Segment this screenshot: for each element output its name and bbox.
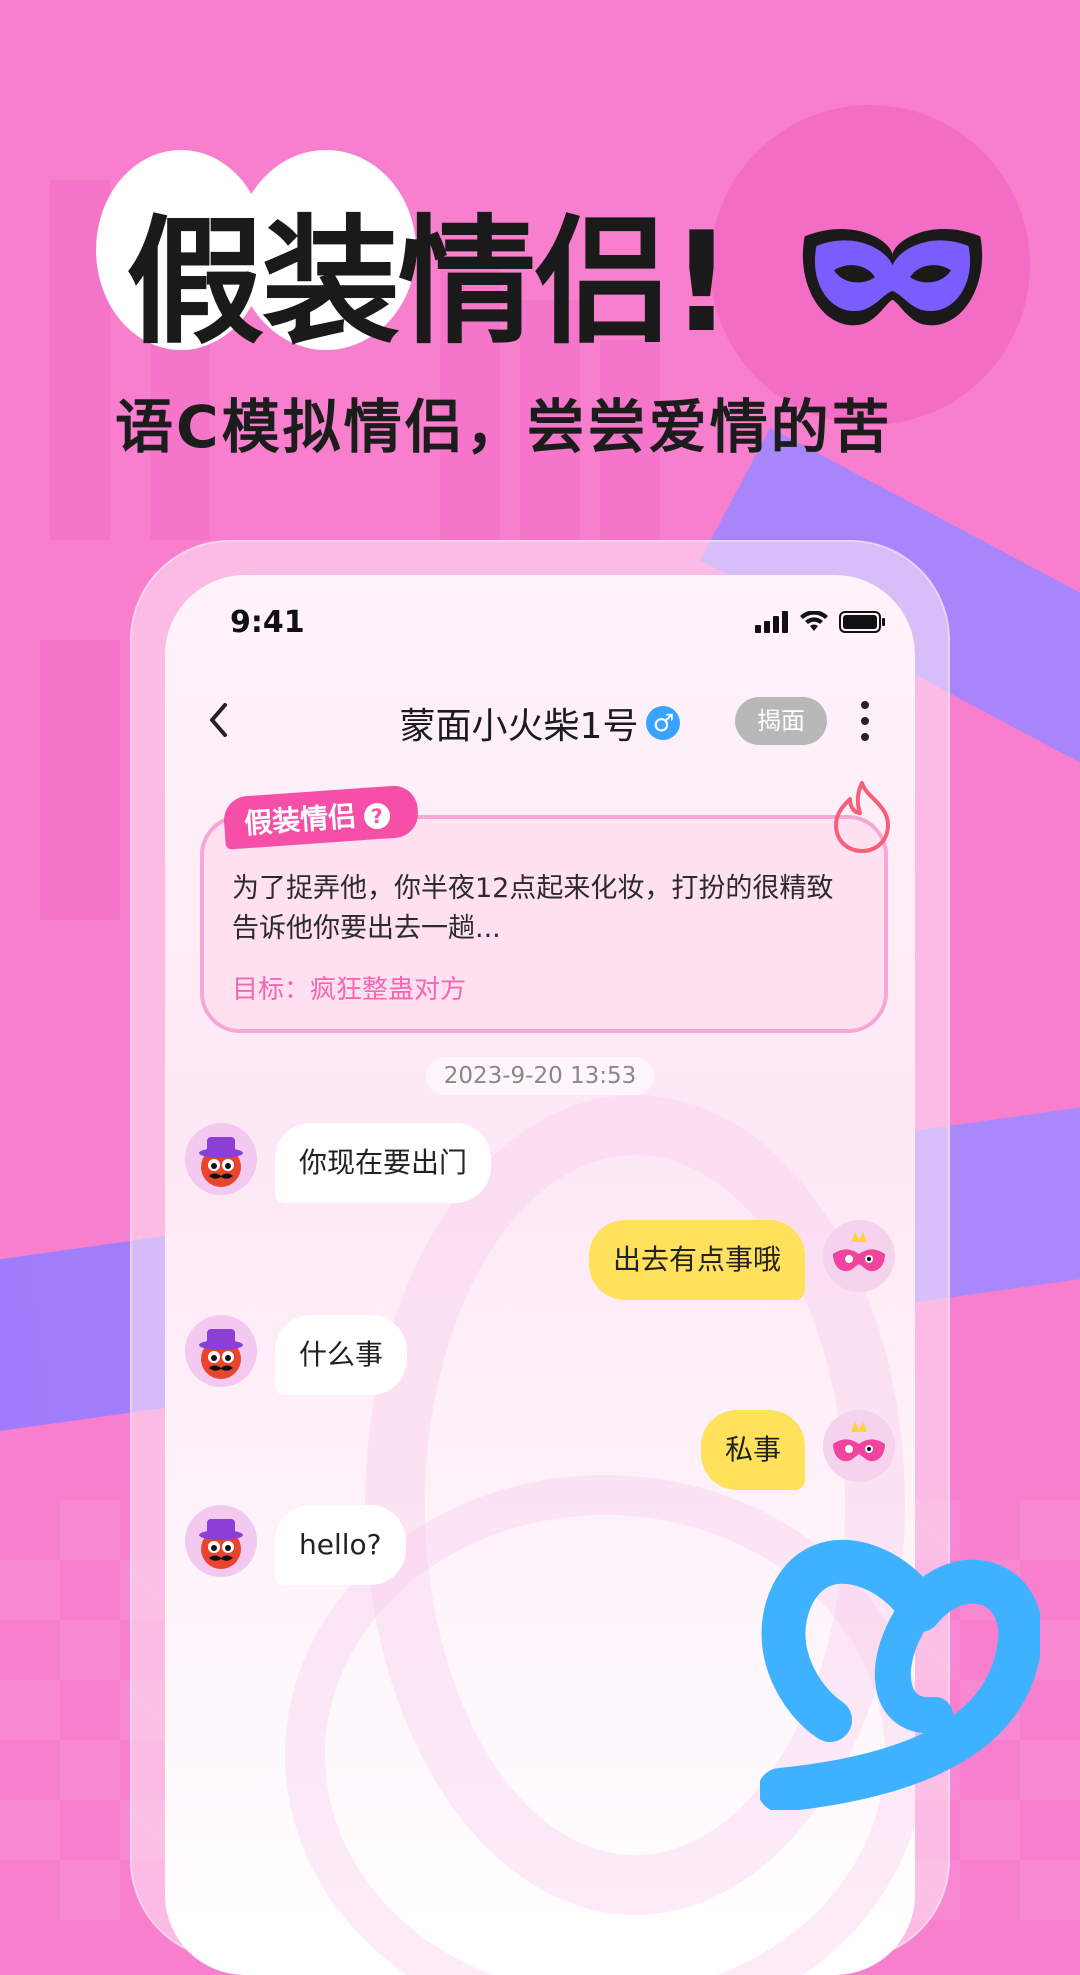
avatar[interactable] xyxy=(185,1315,257,1387)
scene-card: 假装情侣? 为了捉弄他，你半夜12点起来化妆，打扮的很精致告诉他你要出去一趟..… xyxy=(200,781,890,1033)
chat-timestamp: 2023-9-20 13:53 xyxy=(165,1057,915,1095)
more-vertical-icon[interactable] xyxy=(855,695,875,747)
battery-icon xyxy=(839,611,885,633)
chat-header: 蒙面小火柴1号 ♂ 揭面 xyxy=(165,685,915,765)
status-time: 9:41 xyxy=(230,605,305,640)
status-bar: 9:41 xyxy=(165,575,915,665)
message-row: 什么事 xyxy=(185,1315,905,1395)
scene-goal: 目标：疯狂整蛊对方 xyxy=(232,975,467,1005)
avatar[interactable] xyxy=(823,1410,895,1482)
message-bubble: hello? xyxy=(275,1505,406,1585)
scene-tag-label: 假装情侣 xyxy=(243,799,358,841)
scene-description: 为了捉弄他，你半夜12点起来化妆，打扮的很精致告诉他你要出去一趟... xyxy=(232,873,834,944)
message-row: 出去有点事哦 xyxy=(185,1220,905,1300)
message-bubble: 出去有点事哦 xyxy=(588,1220,805,1300)
subtitle: 语C模拟情侣，尝尝爱情的苦 xyxy=(115,393,893,461)
gender-male-icon: ♂ xyxy=(646,706,681,740)
contact-name: 蒙面小火柴1号 xyxy=(399,706,639,747)
wifi-icon xyxy=(800,611,828,631)
heart-icon xyxy=(760,1539,1040,1810)
timestamp-label: 2023-9-20 13:53 xyxy=(425,1057,655,1095)
scene-tag: 假装情侣? xyxy=(222,784,420,850)
avatar[interactable] xyxy=(185,1505,257,1577)
message-bubble: 你现在要出门 xyxy=(275,1123,492,1203)
signal-icon xyxy=(755,611,788,633)
message-row: 私事 xyxy=(185,1410,905,1490)
avatar[interactable] xyxy=(823,1220,895,1292)
flame-icon xyxy=(834,781,890,853)
avatar[interactable] xyxy=(185,1123,257,1195)
unmask-button[interactable]: 揭面 xyxy=(735,697,827,745)
mask-icon xyxy=(802,228,983,326)
question-icon[interactable]: ? xyxy=(363,802,391,830)
message-bubble: 私事 xyxy=(700,1410,805,1490)
message-row: 你现在要出门 xyxy=(185,1123,905,1203)
headline-title: 假装情侣! xyxy=(126,202,733,363)
message-bubble: 什么事 xyxy=(275,1315,408,1395)
